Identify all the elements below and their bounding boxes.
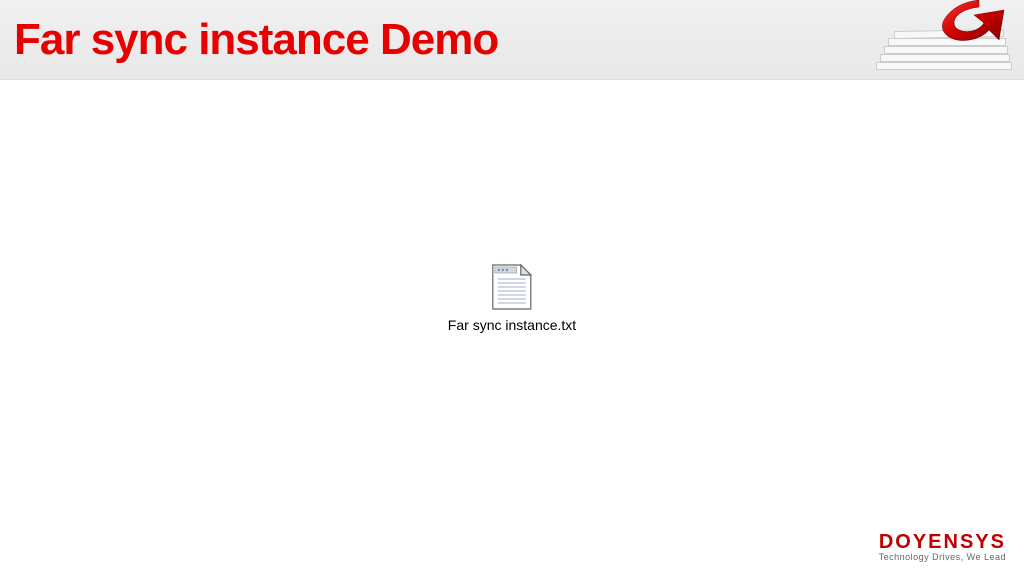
- slide-title: Far sync instance Demo: [0, 15, 498, 65]
- red-arrow-icon: [904, 0, 1024, 65]
- company-logo: DOYENSYS Technology Drives, We Lead: [879, 531, 1006, 562]
- file-attachment[interactable]: Far sync instance.txt: [448, 263, 576, 333]
- text-file-icon: [491, 263, 533, 311]
- file-name-label: Far sync instance.txt: [448, 317, 576, 333]
- header-decoration: [844, 0, 1024, 80]
- slide-header: Far sync instance Demo: [0, 0, 1024, 80]
- company-name: DOYENSYS: [879, 531, 1006, 554]
- slide-content: Far sync instance.txt DOYENSYS Technolog…: [0, 80, 1024, 576]
- company-tagline: Technology Drives, We Lead: [879, 552, 1006, 562]
